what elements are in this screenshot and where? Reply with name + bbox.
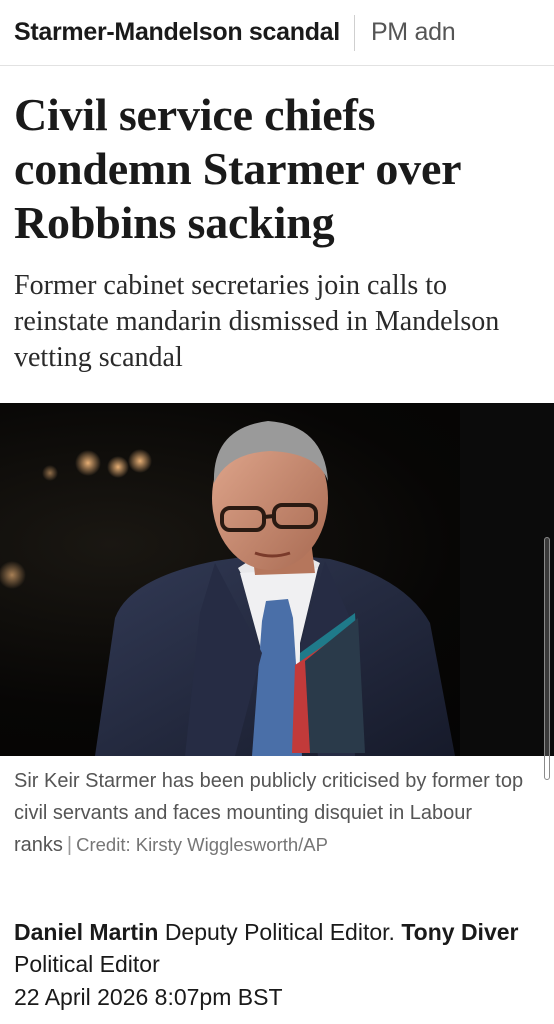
byline: Daniel Martin Deputy Political Editor. T… <box>14 916 540 980</box>
article-headline: Civil service chiefs condemn Starmer ove… <box>14 89 461 248</box>
hero-photo[interactable] <box>0 403 554 756</box>
topic-divider <box>353 14 355 51</box>
topic-nav-fade <box>474 0 554 65</box>
scrollbar-handle[interactable] <box>544 537 550 780</box>
author-role-1: Deputy Political Editor. <box>164 919 395 945</box>
topic-tab-pm-admin[interactable]: PM adn <box>371 18 456 47</box>
photo-caption: Sir Keir Starmer has been publicly criti… <box>14 765 534 861</box>
publish-date: 22 April 2026 8:07pm BST <box>14 984 283 1010</box>
author-name-1[interactable]: Daniel Martin <box>14 919 158 945</box>
caption-separator: | <box>66 834 73 856</box>
photo-starmer <box>0 403 554 756</box>
article-standfirst: Former cabinet secretaries join calls to… <box>14 270 500 373</box>
topic-tab-starmer-mandelson[interactable]: Starmer-Mandelson scandal <box>14 18 340 47</box>
photo-credit: Credit: Kirsty Wigglesworth/AP <box>76 834 328 855</box>
topic-nav: Starmer-Mandelson scandal PM adn <box>0 0 554 66</box>
author-role-2: Political Editor <box>14 951 160 977</box>
author-name-2[interactable]: Tony Diver <box>401 919 518 945</box>
